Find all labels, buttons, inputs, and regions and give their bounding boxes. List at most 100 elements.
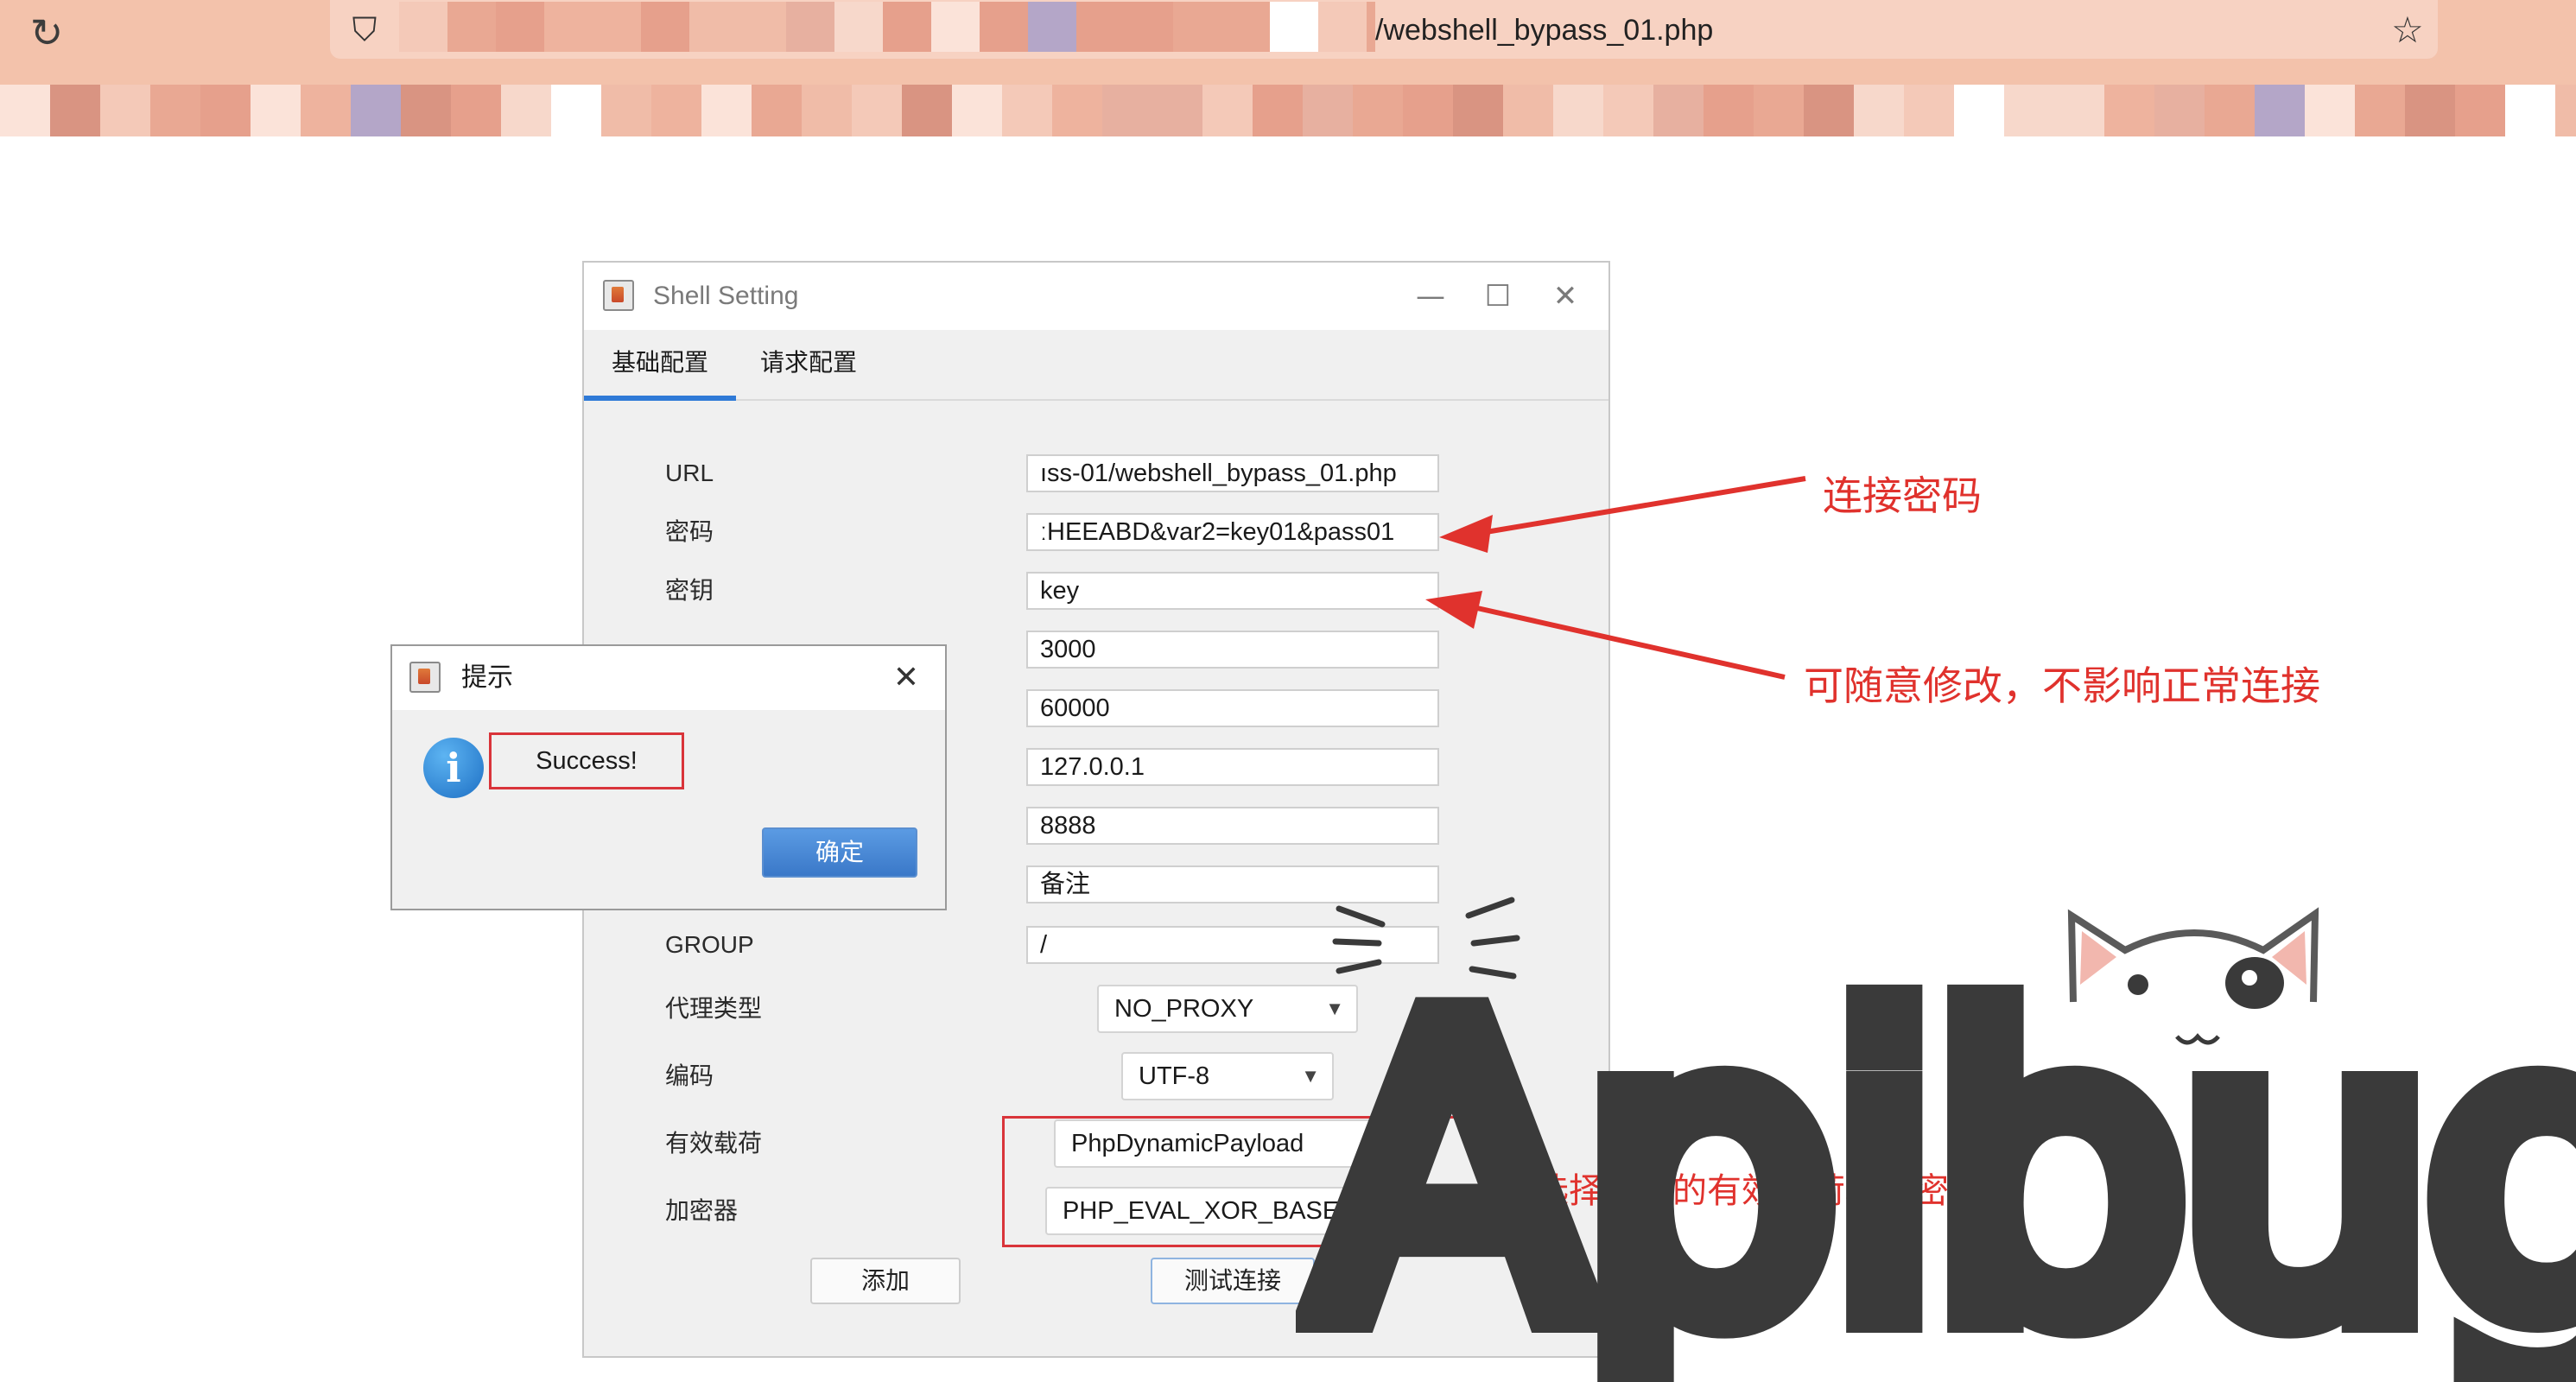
mosaic-tile: [50, 85, 100, 136]
java-app-icon: [603, 280, 634, 311]
mosaic-tile: [1152, 85, 1202, 136]
message-dialog: 提示 ✕ i Success! 确定: [390, 644, 947, 910]
password-label: 密码: [665, 518, 714, 545]
test-connection-button[interactable]: 测试连接: [1151, 1258, 1315, 1304]
close-icon[interactable]: ✕: [885, 656, 928, 700]
connect-timeout-input[interactable]: 3000: [1026, 631, 1439, 669]
url-blur-tile: [1270, 2, 1318, 52]
url-blur-tile: [786, 2, 834, 52]
proxy-type-value: NO_PROXY: [1114, 995, 1254, 1023]
encoding-value: UTF-8: [1139, 1062, 1210, 1090]
url-blur-tile: [834, 2, 883, 52]
shield-icon[interactable]: ⛉: [346, 10, 384, 48]
mosaic-tile: [1653, 85, 1704, 136]
url-blur-tile: [593, 2, 641, 52]
window-title: Shell Setting: [653, 282, 799, 310]
url-blur-tile: [1028, 2, 1076, 52]
mosaic-tile: [952, 85, 1002, 136]
dialog-title: 提示: [461, 662, 513, 693]
mosaic-tile: [100, 85, 150, 136]
close-button[interactable]: ✕: [1539, 275, 1591, 318]
mosaic-tile: [601, 85, 651, 136]
url-text[interactable]: /webshell_bypass_01.php: [1375, 9, 1713, 52]
mosaic-tile: [2205, 85, 2255, 136]
mosaic-tile: [852, 85, 902, 136]
mosaic-tile: [752, 85, 802, 136]
mosaic-tile: [251, 85, 301, 136]
mosaic-tile: [1002, 85, 1052, 136]
url-blur-tile: [738, 2, 786, 52]
tab-strip: 基础配置 请求配置: [584, 330, 1608, 401]
mosaic-tile: [2054, 85, 2104, 136]
encoding-label: 编码: [665, 1062, 714, 1089]
mosaic-tile: [301, 85, 351, 136]
url-blur-tile: [1221, 2, 1270, 52]
mosaic-tile: [1102, 85, 1152, 136]
star-icon[interactable]: ☆: [2386, 9, 2429, 52]
tab-request-config[interactable]: 请求配置: [748, 330, 869, 396]
mosaic-tile: [551, 85, 601, 136]
mosaic-tile: [2104, 85, 2154, 136]
mosaic-tile: [401, 85, 451, 136]
url-blur-tile: [980, 2, 1028, 52]
success-message: Success!: [489, 732, 684, 789]
url-blur-tile: [1076, 2, 1125, 52]
mosaic-tile: [1353, 85, 1403, 136]
blurred-url-prefix: [399, 2, 1375, 52]
url-blur-tile: [1318, 2, 1367, 52]
proxy-type-label: 代理类型: [665, 995, 763, 1022]
url-blur-tile: [931, 2, 980, 52]
mosaic-tile: [1603, 85, 1653, 136]
password-input[interactable]: ːHEEABD&var2=key01&pass01: [1026, 513, 1439, 551]
proxy-port-input[interactable]: 8888: [1026, 807, 1439, 845]
mosaic-tile: [1854, 85, 1904, 136]
mosaic-tile: [2455, 85, 2505, 136]
password-annotation: 连接密码: [1823, 472, 1982, 519]
mosaic-tile: [902, 85, 952, 136]
mosaic-tile: [1704, 85, 1754, 136]
mosaic-tile: [1253, 85, 1303, 136]
url-blur-tile: [883, 2, 931, 52]
add-button[interactable]: 添加: [810, 1258, 961, 1304]
url-blur-tile: [1125, 2, 1173, 52]
mosaic-tile: [2555, 85, 2576, 136]
mosaic-tile: [651, 85, 701, 136]
reload-icon[interactable]: ↻: [22, 9, 71, 57]
key-annotation: 可随意修改，不影响正常连接: [1804, 662, 2320, 709]
key-label: 密钥: [665, 577, 714, 604]
mosaic-tile: [802, 85, 852, 136]
maximize-button[interactable]: ☐: [1472, 275, 1524, 318]
mosaic-tile: [2355, 85, 2405, 136]
mosaic-tile: [1453, 85, 1503, 136]
mosaic-tile: [2255, 85, 2305, 136]
apibug-watermark: Apibug: [1296, 897, 2576, 1382]
mosaic-tile: [1754, 85, 1804, 136]
mosaic-tile: [1403, 85, 1453, 136]
window-titlebar: Shell Setting — ☐ ✕: [584, 263, 1608, 330]
url-blur-tile: [641, 2, 689, 52]
payload-label: 有效载荷: [665, 1130, 763, 1157]
url-label: URL: [665, 460, 714, 486]
mosaic-tile: [1303, 85, 1353, 136]
mosaic-tile: [1202, 85, 1253, 136]
mosaic-tile: [2154, 85, 2205, 136]
address-bar[interactable]: ⛉ /webshell_bypass_01.php ☆: [330, 0, 2438, 59]
dialog-titlebar: 提示 ✕: [392, 646, 945, 710]
url-blur-tile: [689, 2, 738, 52]
read-timeout-input[interactable]: 60000: [1026, 689, 1439, 727]
cryption-label: 加密器: [665, 1197, 739, 1224]
url-blur-tile: [1367, 2, 1375, 52]
mosaic-tile: [1052, 85, 1102, 136]
url-blur-tile: [1173, 2, 1221, 52]
ok-button[interactable]: 确定: [762, 827, 917, 878]
key-input[interactable]: key: [1026, 572, 1439, 610]
mosaic-tile: [1804, 85, 1854, 136]
proxy-host-input[interactable]: 127.0.0.1: [1026, 748, 1439, 786]
tab-basic-config[interactable]: 基础配置: [584, 330, 736, 401]
java-app-icon: [409, 662, 441, 693]
url-input[interactable]: ıss-01/webshell_bypass_01.php: [1026, 454, 1439, 492]
url-blur-tile: [544, 2, 593, 52]
mosaic-tile: [1503, 85, 1553, 136]
mosaic-tile: [1954, 85, 2004, 136]
minimize-button[interactable]: —: [1405, 275, 1456, 318]
